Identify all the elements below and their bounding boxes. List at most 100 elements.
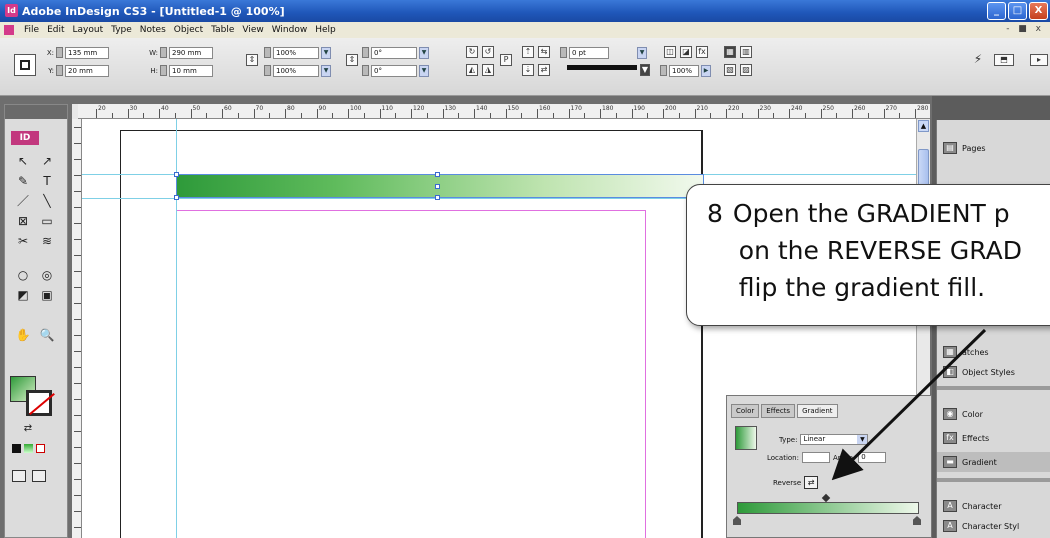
scale-y-stepper[interactable] — [264, 65, 271, 76]
stroke-weight-stepper[interactable] — [560, 47, 567, 58]
shear-dropdown[interactable]: ▼ — [419, 64, 429, 77]
line-tool-icon[interactable]: ╲ — [37, 193, 57, 210]
selection-handle[interactable] — [435, 184, 440, 189]
menu-edit[interactable]: Edit — [47, 25, 64, 35]
drop-shadow-icon[interactable]: ◪ — [680, 46, 692, 58]
menu-object[interactable]: Object — [174, 25, 203, 35]
dock-item-character[interactable]: A Character — [937, 496, 1050, 516]
rotate-90-cw-icon[interactable]: ↻ — [466, 46, 478, 58]
paragraph-p-icon[interactable]: P — [500, 54, 512, 66]
menu-view[interactable]: View — [242, 25, 263, 35]
rotate-stepper[interactable] — [362, 47, 369, 58]
reference-point-icon[interactable] — [14, 54, 36, 76]
selection-handle[interactable] — [435, 195, 440, 200]
minimize-button[interactable]: _ — [987, 2, 1006, 20]
dock-item-effects[interactable]: fx Effects — [937, 428, 1050, 448]
dock-item-swatches[interactable]: ▦ atches — [937, 342, 1050, 362]
selection-handle[interactable] — [174, 195, 179, 200]
scissors-tool-icon[interactable]: ✂ — [13, 233, 33, 250]
hand-tool-icon[interactable]: ✋ — [13, 327, 33, 344]
select-next-icon[interactable]: ⇄ — [538, 64, 550, 76]
document-window-controls[interactable]: - ■ x — [1006, 24, 1044, 34]
w-input[interactable]: 290 mm — [169, 46, 213, 59]
stroke-type-dropdown[interactable]: ▼ — [640, 64, 650, 76]
document-icon[interactable] — [4, 25, 14, 35]
flip-vertical-icon[interactable]: ◮ — [482, 64, 494, 76]
gradient-swatch-tool-icon[interactable]: ◩ — [13, 287, 33, 304]
direct-selection-tool-icon[interactable]: ↗ — [37, 153, 57, 170]
rotate-input[interactable]: 0° — [371, 46, 417, 59]
menu-layout[interactable]: Layout — [73, 25, 104, 35]
apply-color-icon[interactable] — [12, 444, 21, 453]
maximize-button[interactable]: □ — [1008, 2, 1027, 20]
shear-stepper[interactable] — [362, 65, 369, 76]
frame-fitting-icon[interactable]: ◫ — [664, 46, 676, 58]
lightning-icon[interactable]: ⚡ — [972, 53, 984, 66]
apply-none-icon[interactable] — [36, 444, 45, 453]
x-input[interactable]: 135 mm — [65, 46, 109, 59]
h-input[interactable]: 10 mm — [169, 64, 213, 77]
rectangle-frame-tool-icon[interactable]: ⊠ — [13, 213, 33, 230]
constrain-scale-icon[interactable]: ⇕ — [346, 54, 358, 66]
normal-view-icon[interactable] — [12, 470, 26, 482]
tab-color[interactable]: Color — [731, 404, 760, 418]
menu-type[interactable]: Type — [111, 25, 132, 35]
preview-view-icon[interactable] — [32, 470, 46, 482]
flip-horizontal-icon[interactable]: ◭ — [466, 64, 478, 76]
y-input[interactable]: 20 mm — [65, 64, 109, 77]
scroll-up-arrow[interactable]: ▲ — [918, 120, 929, 132]
scale-x-dropdown[interactable]: ▼ — [321, 46, 331, 59]
dock-item-pages[interactable]: ▤ Pages — [937, 138, 1050, 158]
constrain-proportions-icon[interactable]: ⇕ — [246, 54, 258, 66]
apply-gradient-icon[interactable] — [24, 444, 33, 453]
go-to-bridge-icon[interactable]: ⬒ — [994, 54, 1014, 66]
rectangle-tool-icon[interactable]: ▭ — [37, 213, 57, 230]
swap-fill-stroke-icon[interactable]: ⇄ — [18, 420, 38, 437]
free-transform-tool-icon[interactable]: ≋ — [37, 233, 57, 250]
stroke-weight-input[interactable]: 0 pt — [569, 46, 609, 59]
scale-tool-icon[interactable]: ◎ — [37, 267, 57, 284]
menu-notes[interactable]: Notes — [140, 25, 166, 35]
align-center-icon[interactable]: ▥ — [740, 46, 752, 58]
gradient-feather-tool-icon[interactable]: ▣ — [37, 287, 57, 304]
y-stepper[interactable] — [56, 65, 63, 76]
tab-gradient[interactable]: Gradient — [797, 404, 838, 418]
dock-item-gradient[interactable]: ▬ Gradient — [937, 452, 1050, 472]
stroke-weight-dropdown[interactable]: ▼ — [637, 46, 647, 59]
close-button[interactable]: X — [1029, 2, 1048, 20]
effects-fx-icon[interactable]: fx — [696, 46, 708, 58]
stroke-swatch[interactable] — [26, 390, 52, 416]
scale-y-dropdown[interactable]: ▼ — [321, 64, 331, 77]
stroke-type-preview[interactable] — [567, 65, 637, 70]
select-previous-icon[interactable]: ⇆ — [538, 46, 550, 58]
tab-effects[interactable]: Effects — [761, 404, 796, 418]
dock-item-character-styles[interactable]: A Character Styl — [937, 516, 1050, 536]
select-container-icon[interactable]: ⇡ — [522, 46, 534, 58]
menu-table[interactable]: Table — [211, 25, 234, 35]
opacity-dropdown[interactable]: ▶ — [701, 64, 711, 77]
rotate-tool-icon[interactable]: ○ — [13, 267, 33, 284]
type-tool-icon[interactable]: T — [37, 173, 57, 190]
pencil-tool-icon[interactable]: ／ — [13, 193, 33, 210]
opacity-input[interactable]: 100% — [669, 64, 699, 77]
rotate-90-ccw-icon[interactable]: ↺ — [482, 46, 494, 58]
menu-file[interactable]: File — [24, 25, 39, 35]
shear-input[interactable]: 0° — [371, 64, 417, 77]
scale-y-input[interactable]: 100% — [273, 64, 319, 77]
gradient-type-select[interactable]: Linear — [800, 434, 869, 445]
gradient-ramp[interactable] — [737, 502, 919, 514]
scale-x-stepper[interactable] — [264, 47, 271, 58]
gradient-filled-rectangle[interactable] — [174, 172, 704, 200]
distribute-icon[interactable]: ▧ — [724, 64, 736, 76]
menu-window[interactable]: Window — [272, 25, 308, 35]
reverse-gradient-button[interactable]: ⇄ — [804, 476, 819, 489]
angle-input[interactable]: 0 — [858, 452, 887, 463]
w-stepper[interactable] — [160, 47, 167, 58]
gradient-midpoint-diamond[interactable] — [821, 493, 831, 503]
select-content-icon[interactable]: ⇣ — [522, 64, 534, 76]
dock-item-color[interactable]: ◉ Color — [937, 404, 1050, 424]
selection-handle[interactable] — [435, 172, 440, 177]
panel-menu-icon[interactable]: ▸ — [1030, 54, 1048, 66]
align-right-icon[interactable]: ▨ — [740, 64, 752, 76]
pen-tool-icon[interactable]: ✎ — [13, 173, 33, 190]
